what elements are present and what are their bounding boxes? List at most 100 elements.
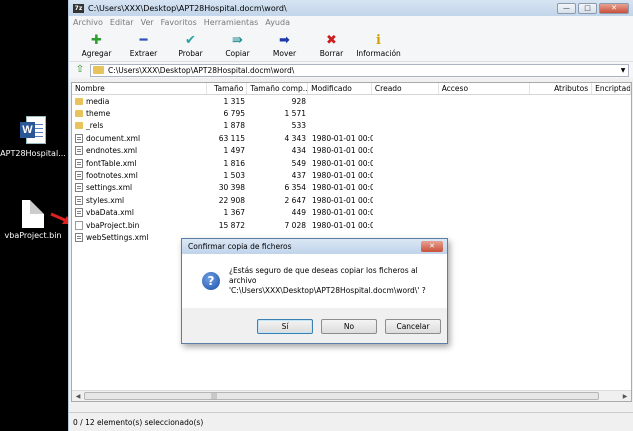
file-modified: 1980-01-01 00:00 [312,220,373,230]
probar-button[interactable]: ✔ Probar [167,31,214,59]
menu-ver[interactable]: Ver [141,18,154,27]
borrar-button[interactable]: ✖ Borrar [308,31,355,59]
column-header-creado[interactable]: Creado [372,83,439,94]
copy-arrow-icon: ⇛ [232,32,243,48]
desktop: W APT28Hospital... vbaProject.bin 7z C:\… [0,0,633,431]
file-name: styles.xml [86,195,125,205]
table-row[interactable]: _rels 1 878 533 [72,120,631,132]
desktop-icon-label: vbaProject.bin [4,231,62,240]
file-modified: 1980-01-01 00:00 [312,171,373,181]
agregar-button[interactable]: ✚ Agregar [73,31,120,59]
file-packed-size: 549 [291,158,306,168]
7zip-app-icon: 7z [73,3,84,13]
column-header-nombre[interactable]: Nombre [72,83,207,94]
table-row[interactable]: footnotes.xml 1 503 437 1980-01-01 00:00 [72,169,631,181]
file-modified: 1980-01-01 00:00 [312,183,373,193]
column-header-acceso[interactable]: Acceso [439,83,531,94]
address-field[interactable]: C:\Users\XXX\Desktop\APT28Hospital.docm\… [90,63,629,77]
yes-button[interactable]: Sí [257,318,313,334]
file-size: 1 503 [223,171,245,181]
xml-file-icon [75,183,83,193]
tool-label: Borrar [319,49,344,58]
chevron-down-icon[interactable]: ▼ [618,67,628,74]
column-header-tamano[interactable]: Tamaño [207,83,248,94]
grip-icon: ||| [211,393,218,400]
info-icon: i [376,32,381,48]
file-size: 1 315 [223,96,245,106]
column-header-modificado[interactable]: Modificado [308,83,372,94]
file-modified: 1980-01-01 00:00 [312,158,373,168]
column-header-tamano-comp[interactable]: Tamaño comp... [247,83,309,94]
tool-label: Agregar [81,49,112,58]
file-packed-size: 449 [291,208,306,218]
informacion-button[interactable]: i Información [355,31,402,59]
dialog-title: Confirmar copia de ficheros [188,242,292,251]
file-name: theme [86,109,111,119]
column-header-atributos[interactable]: Atributos [530,83,593,94]
file-packed-size: 2 647 [284,195,306,205]
toolbar: ✚ Agregar ━ Extraer ✔ Probar ⇛ Copiar ➡ … [69,28,633,62]
menu-favoritos[interactable]: Favoritos [161,18,197,27]
table-row[interactable]: endnotes.xml 1 497 434 1980-01-01 00:00 [72,145,631,157]
horizontal-scrollbar[interactable]: ◀ ||| ▶ [72,390,631,401]
up-folder-icon[interactable]: ⇧ [73,64,87,76]
file-packed-size: 928 [291,96,306,106]
table-row[interactable]: document.xml 63 115 4 343 1980-01-01 00:… [72,132,631,144]
desktop-icon-apt28hospital[interactable]: W APT28Hospital... [0,116,66,158]
xml-file-icon [75,146,83,156]
close-button[interactable]: ✕ [599,2,629,14]
folder-icon [75,122,83,130]
file-packed-size: 1 571 [284,109,306,119]
folder-icon [93,66,104,74]
word-document-icon: W [20,116,46,146]
extraer-button[interactable]: ━ Extraer [120,31,167,59]
mover-button[interactable]: ➡ Mover [261,31,308,59]
menu-editar[interactable]: Editar [110,18,134,27]
file-packed-size: 6 354 [284,183,306,193]
file-size: 1 497 [223,146,245,156]
scroll-right-icon[interactable]: ▶ [619,393,631,400]
menu-herramientas[interactable]: Herramientas [204,18,259,27]
table-row[interactable]: vbaData.xml 1 367 449 1980-01-01 00:00 [72,207,631,219]
table-row[interactable]: theme 6 795 1 571 [72,107,631,119]
file-size: 30 398 [218,183,245,193]
folder-icon [75,97,83,105]
cancel-button[interactable]: Cancelar [385,318,441,334]
file-size: 63 115 [218,133,245,143]
file-packed-size: 4 343 [284,133,306,143]
minus-icon: ━ [139,32,148,48]
scroll-left-icon[interactable]: ◀ [72,393,84,400]
file-modified: 1980-01-01 00:00 [312,195,373,205]
column-headers: Nombre Tamaño Tamaño comp... Modificado … [72,83,631,95]
file-name: media [86,96,110,106]
copiar-button[interactable]: ⇛ Copiar [214,31,261,59]
dialog-titlebar[interactable]: Confirmar copia de ficheros ✕ [182,239,447,254]
menu-ayuda[interactable]: Ayuda [265,18,290,27]
no-button[interactable]: No [321,318,377,334]
window-titlebar[interactable]: 7z C:\Users\XXX\Desktop\APT28Hospital.do… [69,0,633,16]
minimize-button[interactable]: — [557,2,576,14]
table-row[interactable]: vbaProject.bin 15 872 7 028 1980-01-01 0… [72,219,631,231]
scroll-thumb[interactable] [84,392,599,400]
scroll-track[interactable]: ||| [84,392,619,400]
table-row[interactable]: settings.xml 30 398 6 354 1980-01-01 00:… [72,182,631,194]
dialog-close-button[interactable]: ✕ [421,241,443,252]
menu-archivo[interactable]: Archivo [73,18,103,27]
dialog-buttons: Sí No Cancelar [182,308,447,344]
table-row[interactable]: fontTable.xml 1 816 549 1980-01-01 00:00 [72,157,631,169]
desktop-icon-label: APT28Hospital... [0,149,66,158]
file-name: webSettings.xml [86,232,149,242]
xml-file-icon [75,195,83,205]
selection-status: 0 / 12 elemento(s) seleccionado(s) [73,417,204,427]
menu-bar: Archivo Editar Ver Favoritos Herramienta… [69,16,633,28]
binary-file-icon [75,220,83,230]
file-packed-size: 437 [291,171,306,181]
table-row[interactable]: media 1 315 928 [72,95,631,107]
column-header-encriptado[interactable]: Encriptad [592,83,631,94]
xml-file-icon [75,171,83,181]
table-row[interactable]: styles.xml 22 908 2 647 1980-01-01 00:00 [72,194,631,206]
file-name: document.xml [86,133,141,143]
maximize-button[interactable]: □ [578,2,597,14]
file-size: 6 795 [223,109,245,119]
file-packed-size: 533 [291,121,306,131]
